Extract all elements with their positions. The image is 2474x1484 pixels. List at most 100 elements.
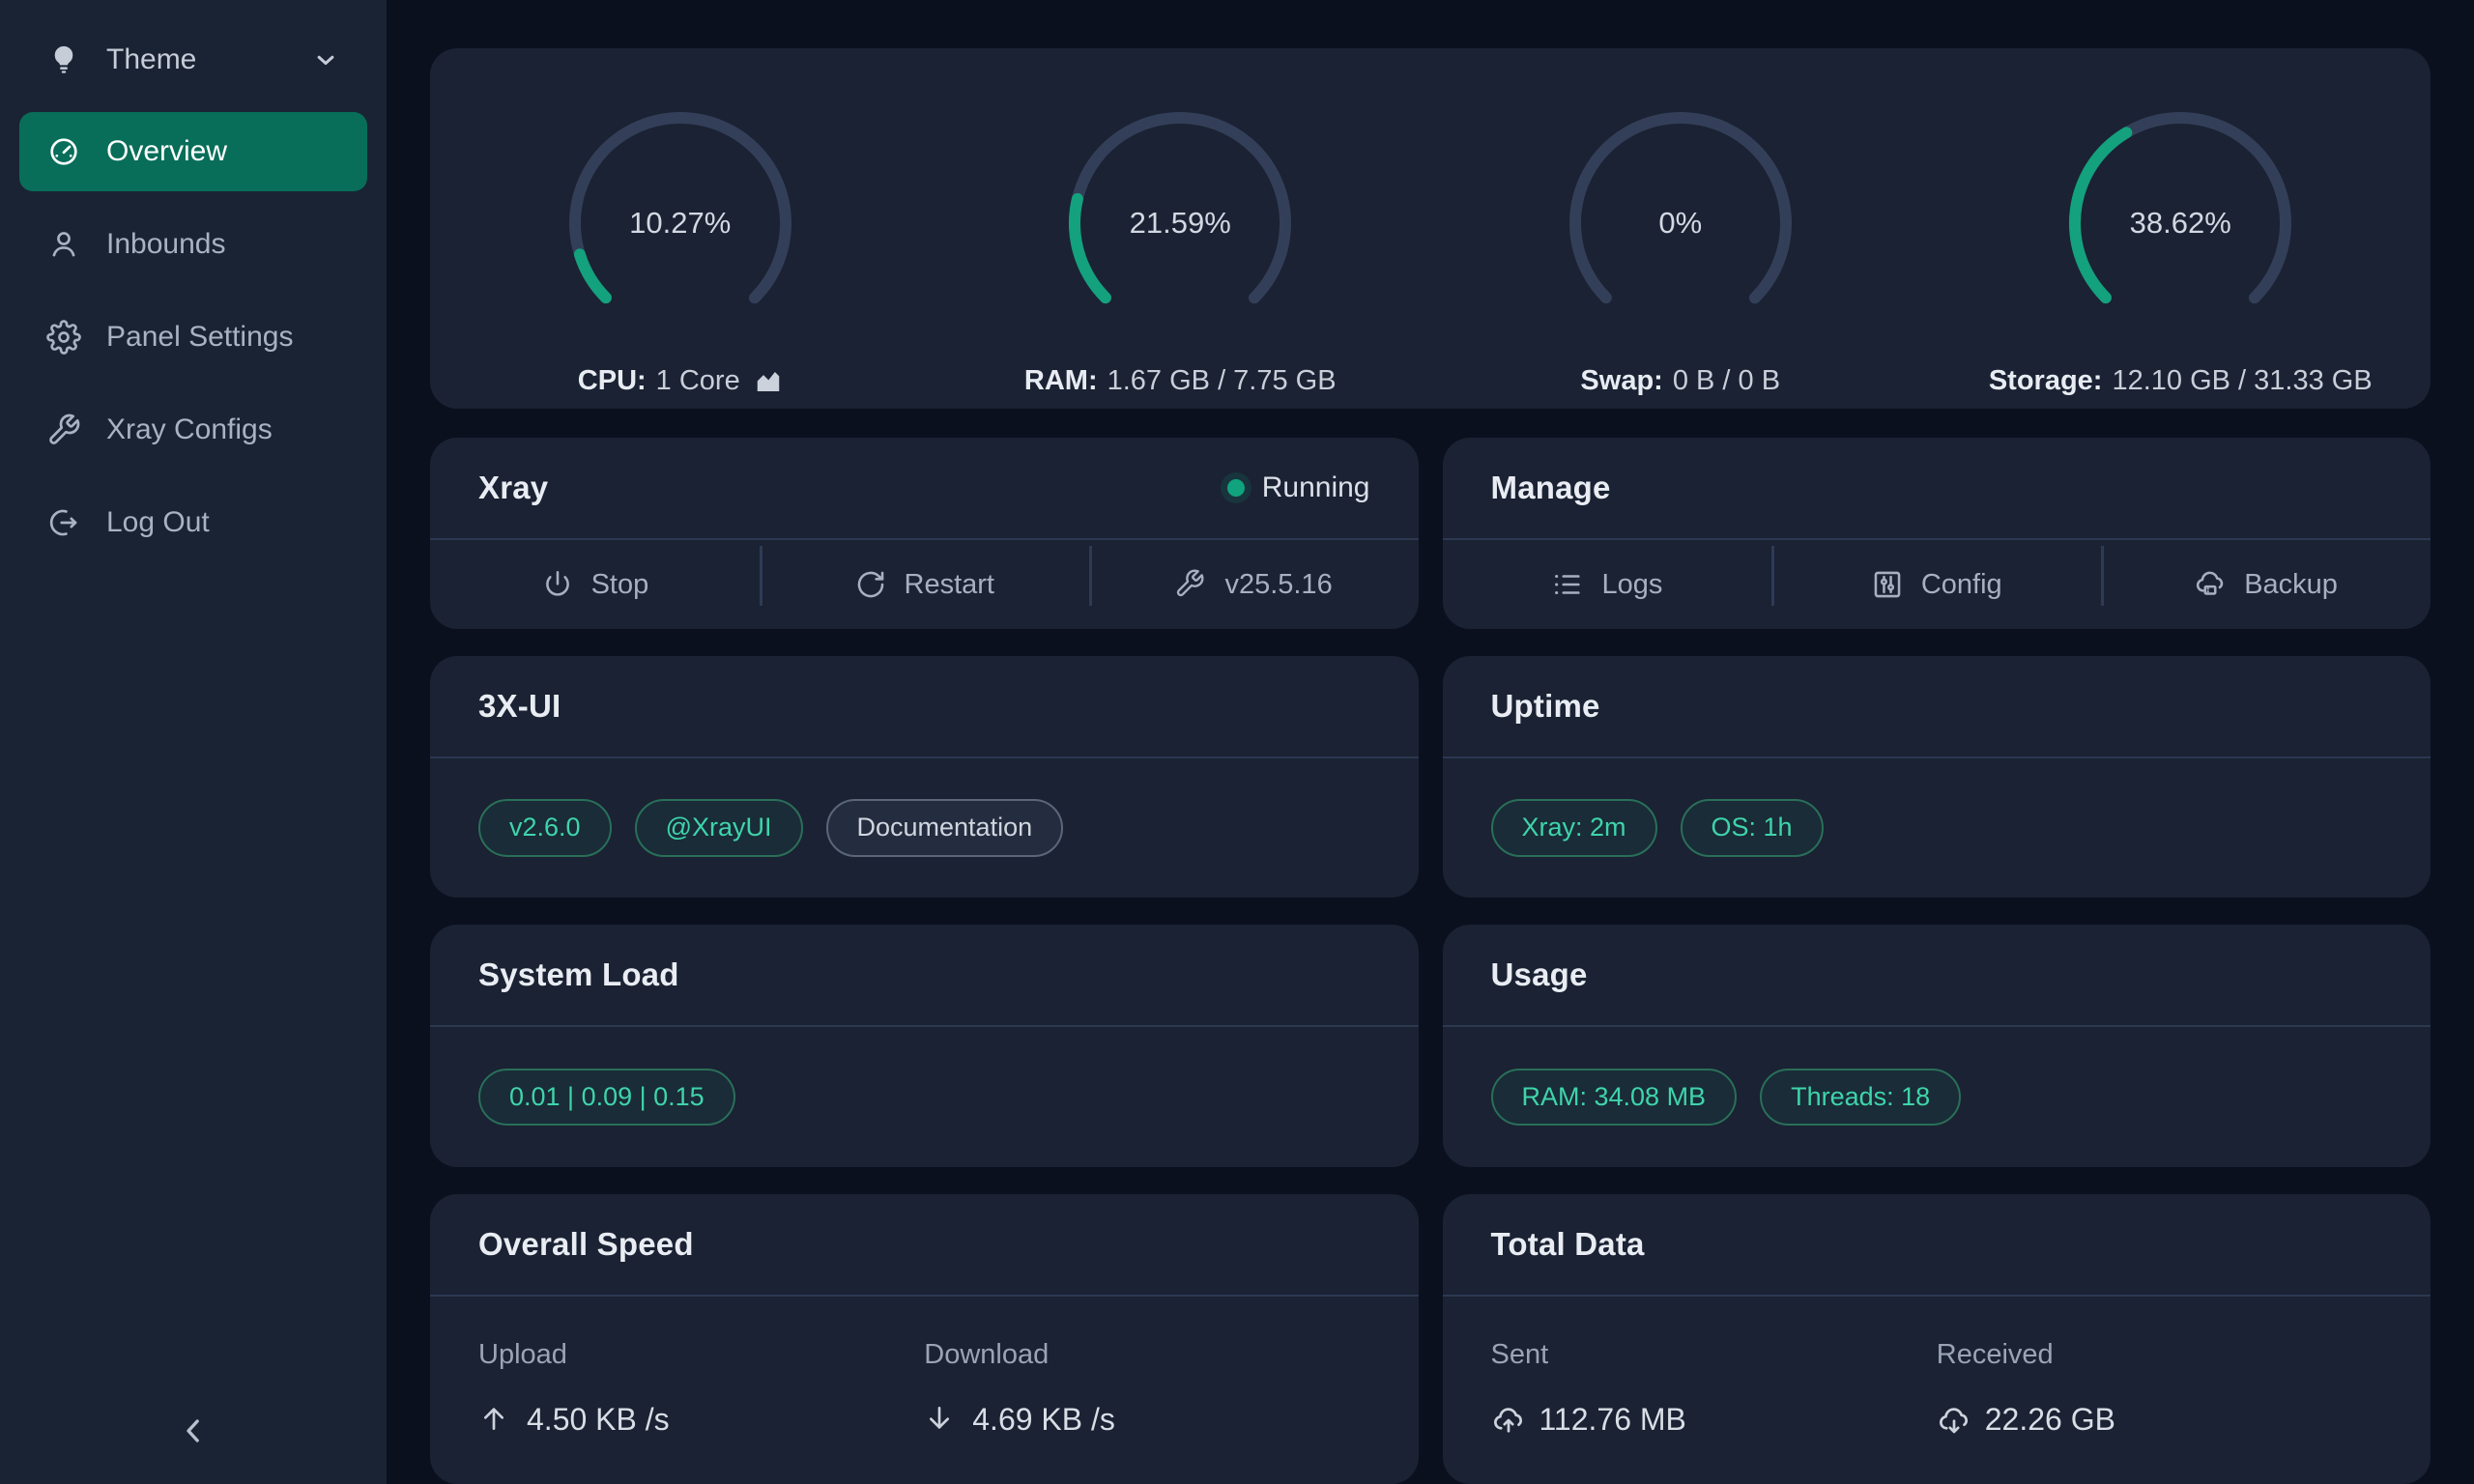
sidebar-item-inbounds[interactable]: Inbounds (19, 205, 367, 284)
xui-card-header: 3X-UI (430, 656, 1419, 758)
sent-metric: Sent 112.76 MB (1491, 1339, 1937, 1484)
manage-card-title: Manage (1491, 470, 1611, 506)
storage-gauge: 38.62% Storage:12.10 GB / 31.33 GB (1931, 112, 2431, 397)
swap-gauge: 0% Swap: 0 B / 0 B (1430, 112, 1931, 397)
xui-card: 3X-UI v2.6.0 @XrayUI Documentation (430, 656, 1419, 898)
cloud-upload-icon (1491, 1403, 1526, 1438)
cloud-download-icon (1937, 1403, 1971, 1438)
xray-card: Xray Running Stop (430, 438, 1419, 629)
system-load-card: System Load 0.01 | 0.09 | 0.15 (430, 925, 1419, 1167)
cpu-label-rest: 1 Core (656, 365, 740, 397)
sidebar-item-label: Log Out (106, 506, 210, 539)
sidebar-item-log-out[interactable]: Log Out (19, 483, 367, 562)
documentation-link-tag[interactable]: Documentation (826, 799, 1064, 856)
usage-tags: RAM: 34.08 MB Threads: 18 (1443, 1027, 2431, 1167)
manage-card-header: Manage (1443, 438, 2431, 540)
dashboard-icon (46, 134, 81, 169)
version-tag[interactable]: v2.6.0 (478, 799, 612, 856)
total-data-card: Total Data Sent 112.76 MB (1443, 1194, 2431, 1484)
backup-button[interactable]: Backup (2101, 540, 2431, 629)
ram-label-rest: 1.67 GB / 7.75 GB (1108, 365, 1337, 397)
system-load-tags: 0.01 | 0.09 | 0.15 (430, 1027, 1419, 1167)
storage-label-bold: Storage: (1989, 365, 2103, 397)
swap-label-rest: 0 B / 0 B (1673, 365, 1780, 397)
app-root: Theme Overview Inbounds (0, 0, 2474, 1484)
wrench-icon (1174, 568, 1207, 601)
sidebar-item-xray-configs[interactable]: Xray Configs (19, 390, 367, 470)
xui-card-title: 3X-UI (478, 688, 561, 725)
cpu-label: CPU:1 Core (578, 365, 783, 397)
uptime-card: Uptime Xray: 2m OS: 1h (1443, 656, 2431, 898)
logs-button[interactable]: Logs (1443, 540, 1772, 629)
swap-label-bold: Swap: (1580, 365, 1662, 397)
received-label: Received (1937, 1339, 2382, 1371)
upload-metric: Upload 4.50 KB /s (478, 1339, 924, 1484)
wrench-icon (46, 413, 81, 447)
xray-status: Running (1227, 471, 1370, 504)
storage-label: Storage:12.10 GB / 31.33 GB (1989, 365, 2373, 397)
theme-selector[interactable]: Theme (19, 20, 367, 100)
sidebar-item-overview[interactable]: Overview (19, 112, 367, 191)
backup-label: Backup (2244, 569, 2338, 601)
os-uptime-tag: OS: 1h (1681, 799, 1824, 856)
download-metric: Download 4.69 KB /s (924, 1339, 1369, 1484)
overall-speed-card-title: Overall Speed (478, 1226, 694, 1263)
sidebar-collapse-button[interactable] (164, 1402, 222, 1460)
sidebar-item-panel-settings[interactable]: Panel Settings (19, 298, 367, 377)
config-button[interactable]: Config (1771, 540, 2101, 629)
usage-card: Usage RAM: 34.08 MB Threads: 18 (1443, 925, 2431, 1167)
stop-button[interactable]: Stop (430, 540, 760, 629)
ram-gauge: 21.59% RAM:1.67 GB / 7.75 GB (931, 112, 1431, 397)
user-icon (46, 227, 81, 262)
ram-gauge-ring: 21.59% (1069, 112, 1291, 334)
upload-speed-text: 4.50 KB /s (527, 1402, 670, 1438)
sidebar-footer (0, 1378, 387, 1484)
status-text: Running (1262, 471, 1370, 504)
download-speed-text: 4.69 KB /s (972, 1402, 1115, 1438)
area-chart-icon[interactable] (754, 367, 783, 396)
overall-speed-metrics: Upload 4.50 KB /s Download (430, 1297, 1419, 1484)
ram-percent: 21.59% (1069, 112, 1291, 334)
usage-card-title: Usage (1491, 956, 1588, 993)
main-content: 10.27% CPU:1 Core 21.59% RAM:1.67 GB / 7… (387, 0, 2474, 1484)
cpu-percent: 10.27% (569, 112, 791, 334)
overall-speed-card-header: Overall Speed (430, 1194, 1419, 1297)
download-label: Download (924, 1339, 1369, 1371)
total-data-card-header: Total Data (1443, 1194, 2431, 1297)
sliders-icon (1871, 568, 1904, 601)
sent-label: Sent (1491, 1339, 1937, 1371)
storage-gauge-ring: 38.62% (2069, 112, 2291, 334)
download-value: 4.69 KB /s (924, 1402, 1369, 1438)
swap-percent: 0% (1569, 112, 1792, 334)
sidebar-item-label: Xray Configs (106, 414, 273, 446)
xray-actions: Stop Restart v25.5.16 (430, 540, 1419, 629)
gear-icon (46, 320, 81, 355)
total-data-metrics: Sent 112.76 MB Received (1443, 1297, 2431, 1484)
uptime-card-title: Uptime (1491, 688, 1600, 725)
list-icon (1551, 568, 1584, 601)
overall-speed-card: Overall Speed Upload 4.50 KB /s Downlo (430, 1194, 1419, 1484)
restart-icon (854, 568, 887, 601)
stop-label: Stop (591, 569, 649, 601)
lightbulb-icon (46, 43, 81, 77)
restart-button[interactable]: Restart (760, 540, 1089, 629)
received-data-text: 22.26 GB (1985, 1402, 2115, 1438)
usage-card-header: Usage (1443, 925, 2431, 1027)
xray-version-button[interactable]: v25.5.16 (1089, 540, 1419, 629)
cards-grid: Xray Running Stop (430, 438, 2431, 1484)
logout-icon (46, 505, 81, 540)
restart-label: Restart (905, 569, 994, 601)
system-stats-card: 10.27% CPU:1 Core 21.59% RAM:1.67 GB / 7… (430, 48, 2431, 409)
xrayui-link-tag[interactable]: @XrayUI (635, 799, 803, 856)
sidebar-item-label: Panel Settings (106, 321, 293, 354)
logs-label: Logs (1601, 569, 1662, 601)
uptime-tags: Xray: 2m OS: 1h (1443, 758, 2431, 898)
power-icon (541, 568, 574, 601)
cloud-server-icon (2194, 568, 2227, 601)
manage-card: Manage Logs (1443, 438, 2431, 629)
status-dot (1227, 479, 1245, 497)
sidebar: Theme Overview Inbounds (0, 0, 387, 1484)
threads-tag: Threads: 18 (1760, 1069, 1961, 1126)
received-value: 22.26 GB (1937, 1402, 2382, 1438)
chevron-down-icon (311, 45, 340, 74)
